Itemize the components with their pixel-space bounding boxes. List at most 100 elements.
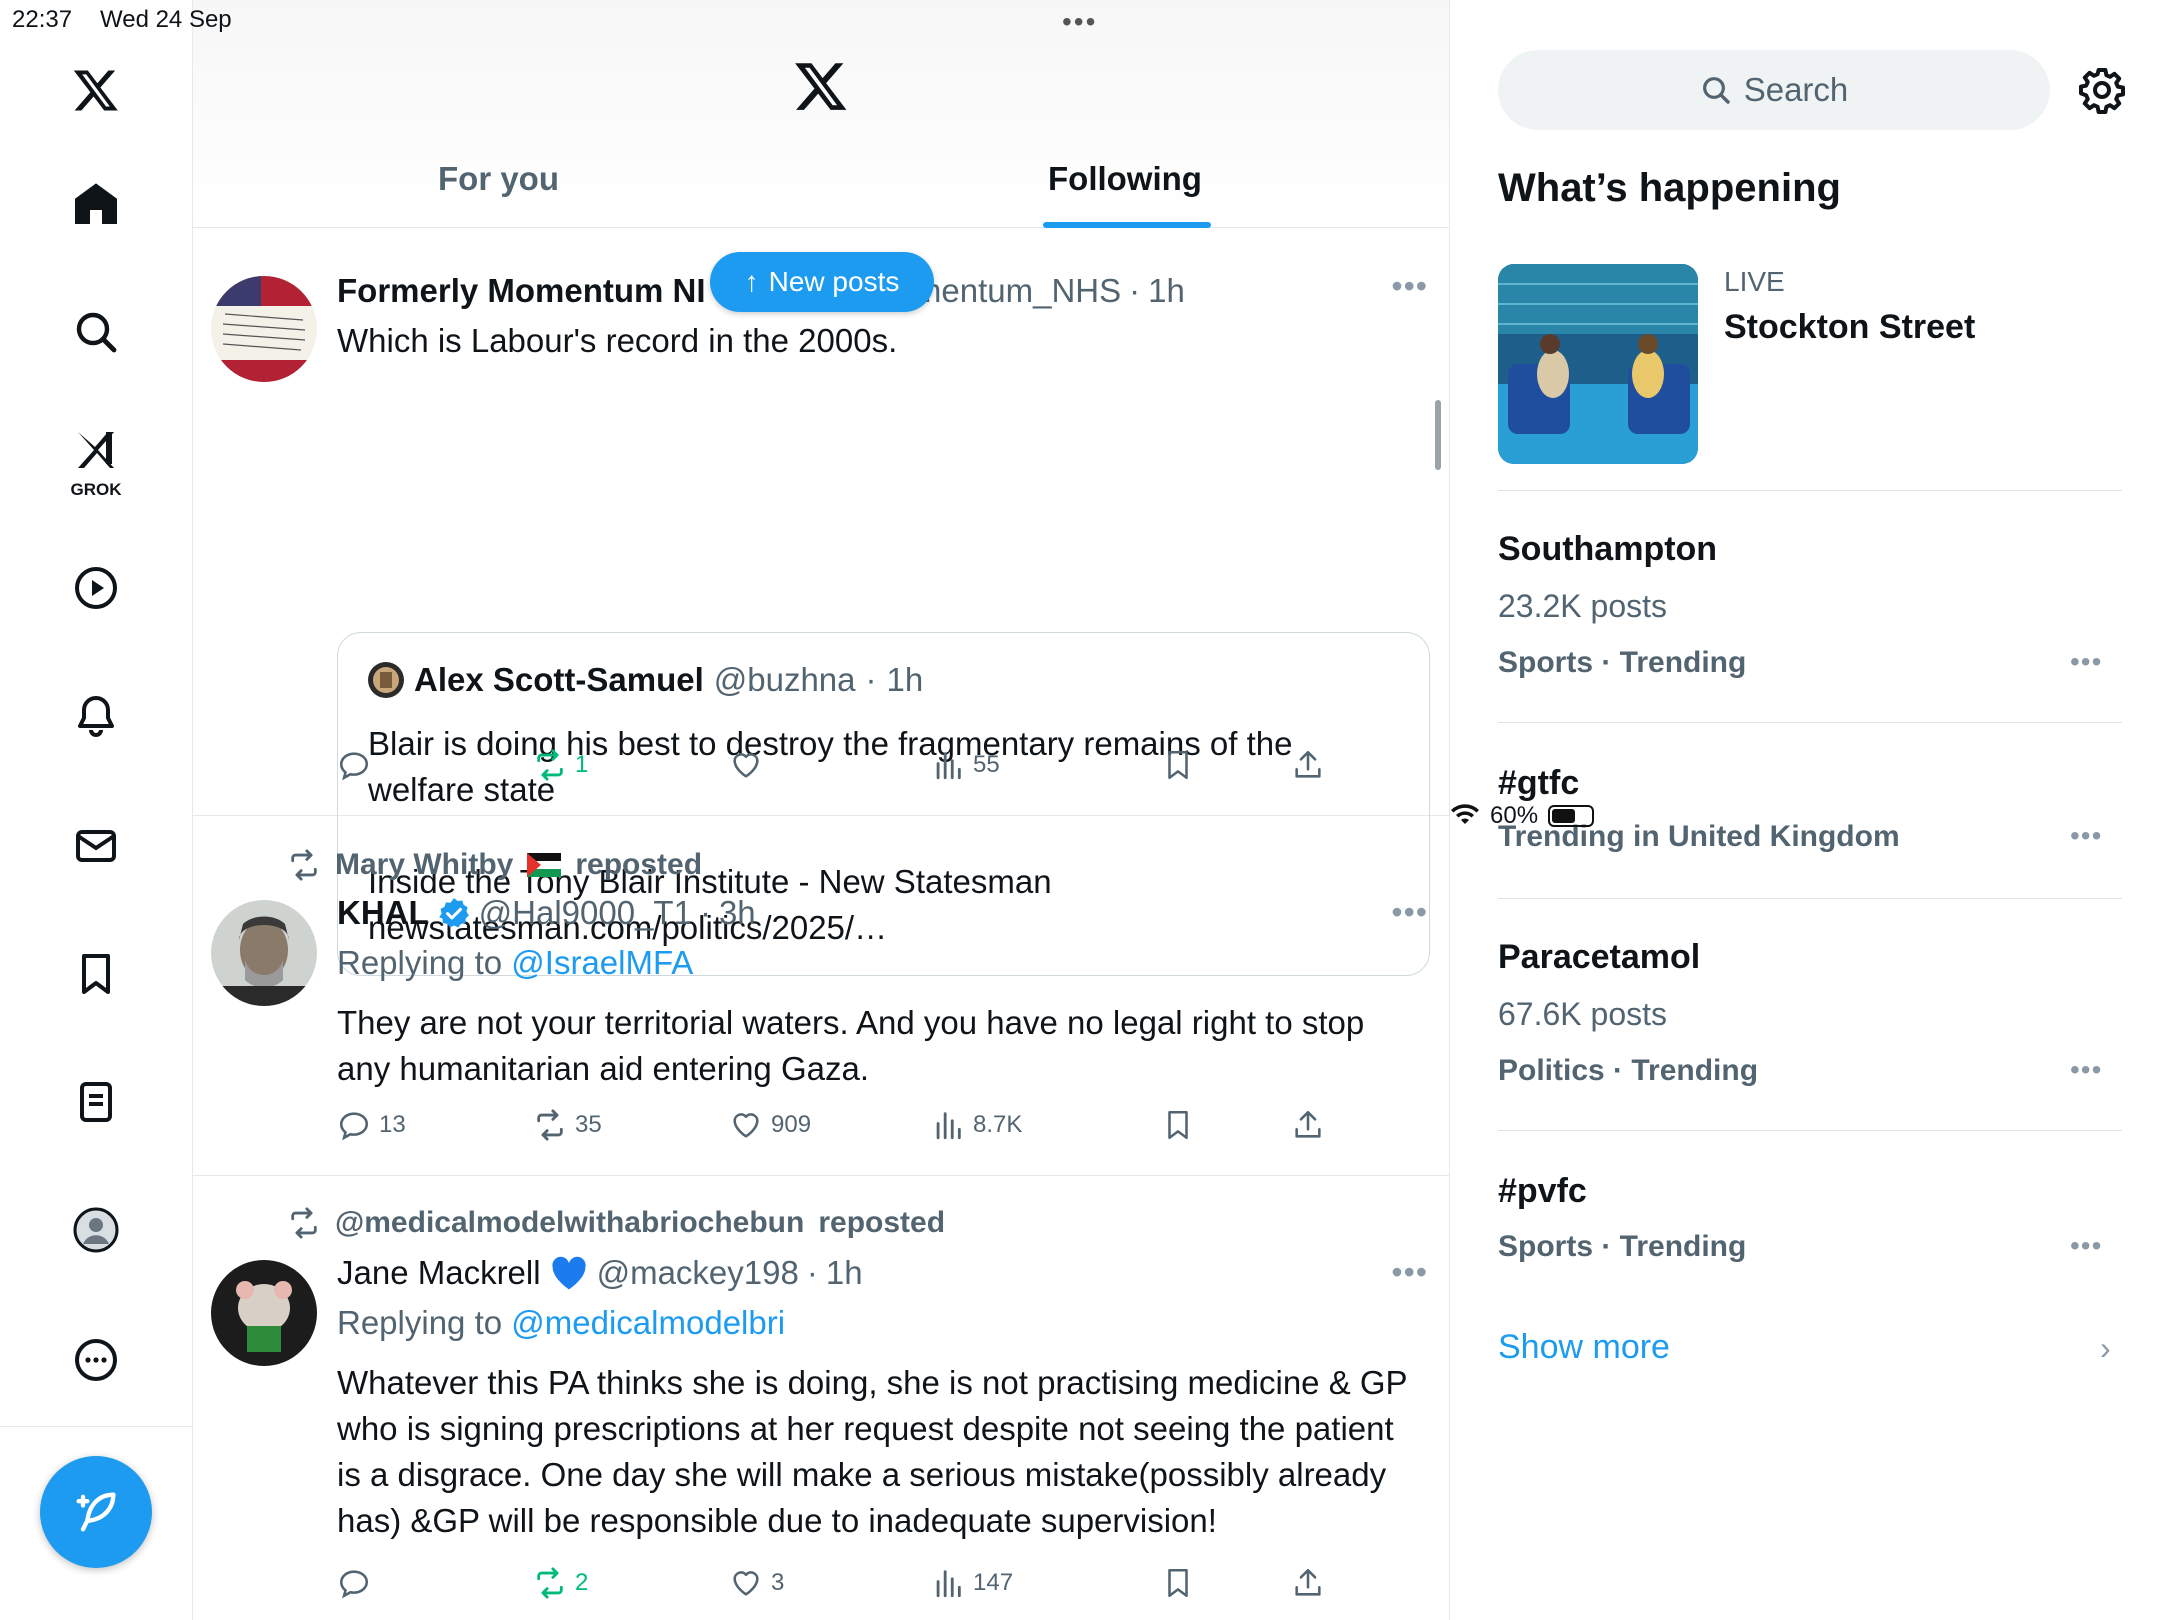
views-chart-icon [936,1112,961,1140]
palestine-flag-icon [527,853,562,877]
bookmark-button[interactable] [1161,748,1195,782]
share-button[interactable] [1291,1108,1325,1142]
status-right: 60% [1450,6,2160,1620]
nav-divider [0,1426,193,1427]
like-button[interactable] [729,748,771,782]
like-button[interactable]: 3 [729,1566,784,1600]
repost-button[interactable]: 2 [533,1566,588,1600]
tab-for-you[interactable]: For you [438,160,559,198]
share-icon [1295,1110,1321,1138]
bookmarks-icon[interactable] [56,934,136,1014]
post-header: KHAL @Hal9000_T1 · 3h [337,894,756,932]
post-more-icon[interactable]: ••• [1391,268,1428,305]
post-avatar[interactable] [211,900,317,1006]
like-button[interactable]: 909 [729,1108,811,1142]
post-text: Whatever this PA thinks she is doing, sh… [337,1364,1407,1539]
post-actions: 13 35 909 8.7K [337,1108,1337,1148]
share-icon [1295,1568,1321,1596]
more-options-icon[interactable] [56,1320,136,1400]
multitasking-dots-icon[interactable]: ••• [1062,6,1097,38]
share-icon [1295,750,1321,778]
repost-count: 2 [575,1569,589,1596]
video-play-icon[interactable] [56,548,136,628]
views-button[interactable]: 147 [931,1566,1013,1600]
view-count: 8.7K [973,1111,1023,1138]
replying-to: Replying to @IsraelMFA [337,944,693,982]
post-dot-separator: · [806,1254,818,1291]
post-text: They are not your territorial waters. An… [337,1004,1365,1087]
views-button[interactable]: 55 [931,748,1000,782]
post-time[interactable]: 3h [719,894,756,932]
views-chart-icon [936,752,961,780]
x-header-logo-icon [795,63,847,110]
x-logo-icon[interactable] [56,50,136,130]
repost-context-icon [291,1207,317,1239]
messages-envelope-icon[interactable] [56,806,136,886]
replying-to-link[interactable]: @IsraelMFA [511,944,693,981]
post-time[interactable]: 1h [1148,272,1185,310]
replying-to-link[interactable]: @medicalmodelbri [511,1304,785,1341]
grok-icon[interactable] [56,410,136,490]
replying-to: Replying to @medicalmodelbri [337,1304,785,1342]
post-dot-separator: · [1129,272,1141,309]
post-avatar[interactable] [211,276,317,382]
repost-context: Mary Whitby reposted [287,848,702,882]
repost-count: 1 [575,751,589,778]
home-icon[interactable] [56,164,136,244]
post-item[interactable]: @medicalmodelwithabriochebun reposted Ja… [193,1176,1449,1620]
reply-button[interactable]: 13 [337,1108,406,1142]
new-posts-button[interactable]: ↑ New posts [710,252,934,312]
share-button[interactable] [1291,748,1325,782]
quoted-author-name[interactable]: Alex Scott-Samuel [414,661,704,699]
repost-icon [537,1109,563,1141]
replying-prefix: Replying to [337,944,503,981]
post-more-icon[interactable]: ••• [1391,1254,1428,1291]
compose-post-button[interactable] [40,1456,152,1568]
left-nav: GROK [0,0,193,1620]
lists-icon[interactable] [56,1062,136,1142]
reply-button[interactable] [337,1566,379,1600]
post-author-handle[interactable]: @Hal9000_T1 [479,894,692,932]
post-item[interactable]: Mary Whitby reposted KHAL @Hal9000_T1 · … [193,816,1449,1176]
bookmark-button[interactable] [1161,1566,1195,1600]
tab-following[interactable]: Following [1048,160,1202,198]
post-avatar[interactable] [211,1260,317,1366]
post-more-icon[interactable]: ••• [1391,894,1428,931]
repost-context: @medicalmodelwithabriochebun reposted [287,1206,945,1240]
reposted-suffix: reposted [818,1206,946,1239]
views-button[interactable]: 8.7K [931,1108,1022,1142]
heart-icon [733,753,759,778]
active-tab-indicator [1043,222,1211,228]
status-date: Wed 24 Sep [100,6,232,33]
view-count: 147 [973,1569,1014,1596]
post-author-name[interactable]: Jane Mackrell [337,1254,541,1292]
quoted-avatar[interactable] [368,662,404,698]
post-item[interactable]: Formerly Momentum NI xMomentum_NHS · 1h … [193,246,1449,976]
post-author-name[interactable]: KHAL [337,894,429,932]
repost-button[interactable]: 35 [533,1108,602,1142]
blue-heart-icon [551,1256,586,1290]
repost-button[interactable]: 1 [533,748,588,782]
arrow-up-icon: ↑ [744,266,759,297]
notifications-bell-icon[interactable] [56,676,136,756]
reply-button[interactable] [337,748,379,782]
post-author-handle[interactable]: @mackey198 [597,1254,799,1292]
reposted-by-name[interactable]: @medicalmodelwithabriochebun [335,1206,804,1240]
bookmark-icon [1168,1568,1188,1598]
quoted-author-handle[interactable]: @buzhna [714,661,856,699]
reply-icon [339,1112,369,1141]
bookmark-button[interactable] [1161,1108,1195,1142]
post-time[interactable]: 1h [826,1254,863,1292]
battery-fill [1552,809,1576,823]
profile-avatar-icon[interactable] [56,1190,136,1270]
views-chart-icon [936,1570,961,1598]
share-button[interactable] [1291,1566,1325,1600]
like-count: 909 [771,1111,812,1138]
post-author-name[interactable]: Formerly Momentum NI [337,272,706,310]
explore-search-icon[interactable] [56,292,136,372]
post-actions: 1 55 [337,748,1337,788]
reposted-by-name[interactable]: Mary Whitby [335,848,513,882]
repost-icon [537,1567,563,1599]
like-count: 3 [771,1569,785,1596]
battery-icon [1548,805,1595,827]
